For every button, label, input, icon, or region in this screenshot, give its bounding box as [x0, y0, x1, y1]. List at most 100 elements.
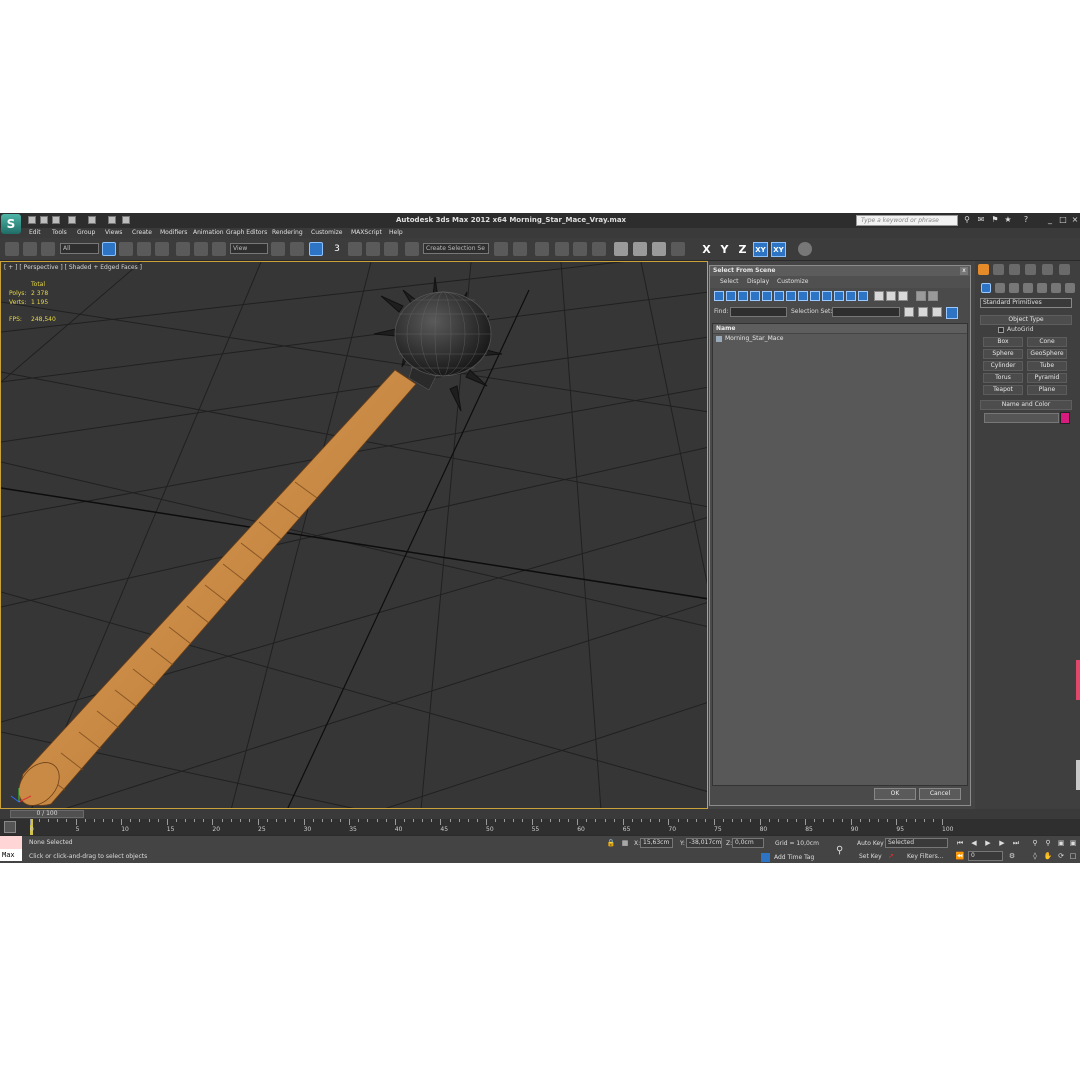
sync-selection-icon[interactable]	[946, 307, 958, 319]
track-bar[interactable]: 0 5 10 15 20 25 30 35 40 45 50 55 60 65 70 75 80 85 90 95 10…	[0, 819, 1080, 835]
selection-filter-dropdown[interactable]: All	[60, 243, 99, 254]
menu-help[interactable]: Help	[389, 229, 403, 236]
undo-icon[interactable]	[68, 216, 76, 224]
angle-snap-icon[interactable]	[348, 242, 362, 256]
maxscript-listener[interactable]: Max	[0, 836, 22, 863]
filter-funnel-icon[interactable]	[916, 291, 926, 301]
filter-groups-icon[interactable]	[786, 291, 796, 301]
torus-button[interactable]: Torus	[983, 373, 1023, 383]
pivot-center-icon[interactable]	[271, 242, 285, 256]
cone-button[interactable]: Cone	[1027, 337, 1067, 347]
menu-group[interactable]: Group	[77, 229, 95, 236]
plane-button[interactable]: Plane	[1027, 385, 1067, 395]
filter-xrefs-icon[interactable]	[798, 291, 808, 301]
filter-hidden-icon[interactable]	[846, 291, 856, 301]
menu-create[interactable]: Create	[132, 229, 152, 236]
project-folder-icon[interactable]	[108, 216, 116, 224]
zoom-all-icon[interactable]: ⚲	[1043, 838, 1053, 848]
move-icon[interactable]	[176, 242, 190, 256]
schematic-view-icon[interactable]	[592, 242, 606, 256]
filter-options-icon[interactable]	[928, 291, 938, 301]
material-editor-icon[interactable]	[614, 242, 628, 256]
rectangular-selection-icon[interactable]	[137, 242, 151, 256]
minimize-icon[interactable]: _	[1045, 215, 1055, 225]
selection-set-option-icon[interactable]	[904, 307, 914, 317]
cameras-category-icon[interactable]	[1023, 283, 1033, 293]
filter-shapes-icon[interactable]	[726, 291, 736, 301]
motion-tab-icon[interactable]	[1025, 264, 1036, 275]
dialog-menu-display[interactable]: Display	[747, 278, 769, 285]
menu-modifiers[interactable]: Modifiers	[160, 229, 187, 236]
time-configuration-icon[interactable]: ⚙	[1007, 851, 1017, 861]
dialog-close-icon[interactable]: x	[960, 267, 968, 275]
display-none-icon[interactable]	[886, 291, 896, 301]
primitive-category-dropdown[interactable]: Standard Primitives	[980, 298, 1072, 308]
pan-view-icon[interactable]: ✋	[1043, 851, 1053, 861]
menu-rendering[interactable]: Rendering	[272, 229, 303, 236]
go-to-start-icon[interactable]: ⏮	[955, 838, 965, 848]
communication-center-icon[interactable]: ✉	[976, 215, 986, 225]
spinner-snap-icon[interactable]	[384, 242, 398, 256]
orbit-icon[interactable]: ⟳	[1056, 851, 1066, 861]
window-crossing-icon[interactable]	[155, 242, 169, 256]
select-object-icon[interactable]	[102, 242, 116, 256]
cancel-button[interactable]: Cancel	[919, 788, 961, 800]
help-icon[interactable]: ?	[1021, 215, 1031, 225]
viewport-label[interactable]: [ + ] [ Perspective ] [ Shaded + Edged F…	[4, 264, 142, 271]
named-selection-set-dropdown[interactable]: Create Selection Se	[423, 243, 489, 254]
layer-manager-icon[interactable]	[535, 242, 549, 256]
edit-named-selection-icon[interactable]	[405, 242, 419, 256]
object-color-swatch[interactable]	[1060, 412, 1070, 424]
field-of-view-icon[interactable]: ◊	[1030, 851, 1040, 861]
snap-toggle-icon[interactable]: 3	[330, 242, 344, 256]
select-and-link-icon[interactable]	[5, 242, 19, 256]
rotate-icon[interactable]	[194, 242, 208, 256]
create-tab-icon[interactable]	[978, 264, 989, 275]
filter-cameras-icon[interactable]	[750, 291, 760, 301]
object-name-field[interactable]	[984, 413, 1059, 423]
axis-xy-plane-button[interactable]: XY	[771, 242, 786, 257]
quick-access-dropdown-icon[interactable]	[122, 216, 130, 224]
keyboard-shortcut-override-icon[interactable]	[309, 242, 323, 256]
axis-z-button[interactable]: Z	[735, 242, 750, 257]
unlink-icon[interactable]	[23, 242, 37, 256]
save-file-icon[interactable]	[52, 216, 60, 224]
filter-all-icon[interactable]	[858, 291, 868, 301]
filter-geometry-icon[interactable]	[714, 291, 724, 301]
render-setup-icon[interactable]	[633, 242, 647, 256]
close-icon[interactable]: ×	[1070, 215, 1080, 225]
app-logo[interactable]: S	[1, 214, 21, 234]
menu-graph-editors[interactable]: Graph Editors	[226, 229, 267, 236]
object-type-rollout[interactable]: Object Type	[980, 315, 1072, 325]
maxscript-output[interactable]	[0, 836, 22, 849]
spacewarps-category-icon[interactable]	[1051, 283, 1061, 293]
lights-category-icon[interactable]	[1009, 283, 1019, 293]
align-icon[interactable]	[513, 242, 527, 256]
display-tab-icon[interactable]	[1042, 264, 1053, 275]
helpers-category-icon[interactable]	[1037, 283, 1047, 293]
set-key-button[interactable]: Set Key	[859, 853, 882, 860]
vray-icon[interactable]	[798, 242, 812, 256]
teapot-button[interactable]: Teapot	[983, 385, 1023, 395]
axis-xy-button[interactable]: XY	[753, 242, 768, 257]
display-all-icon[interactable]	[874, 291, 884, 301]
select-by-name-icon[interactable]	[119, 242, 133, 256]
play-icon[interactable]: ▶	[983, 838, 993, 848]
sphere-button[interactable]: Sphere	[983, 349, 1023, 359]
autogrid-checkbox[interactable]: AutoGrid	[998, 326, 1034, 333]
select-children-icon[interactable]	[918, 307, 928, 317]
dialog-menu-select[interactable]: Select	[720, 278, 739, 285]
utilities-tab-icon[interactable]	[1059, 264, 1070, 275]
open-file-icon[interactable]	[40, 216, 48, 224]
select-manipulate-icon[interactable]	[290, 242, 304, 256]
geosphere-button[interactable]: GeoSphere	[1027, 349, 1067, 359]
go-to-end-icon[interactable]: ⏭	[1011, 838, 1021, 848]
time-slider[interactable]: 0 / 100	[0, 809, 1080, 819]
rendered-frame-window-icon[interactable]	[652, 242, 666, 256]
selection-set-dropdown[interactable]	[832, 307, 900, 317]
key-tangent-icon[interactable]: ➚	[886, 851, 896, 861]
graphite-toggle-icon[interactable]	[555, 242, 569, 256]
curve-editor-icon[interactable]	[573, 242, 587, 256]
menu-maxscript[interactable]: MAXScript	[351, 229, 382, 236]
axis-x-button[interactable]: X	[699, 242, 714, 257]
